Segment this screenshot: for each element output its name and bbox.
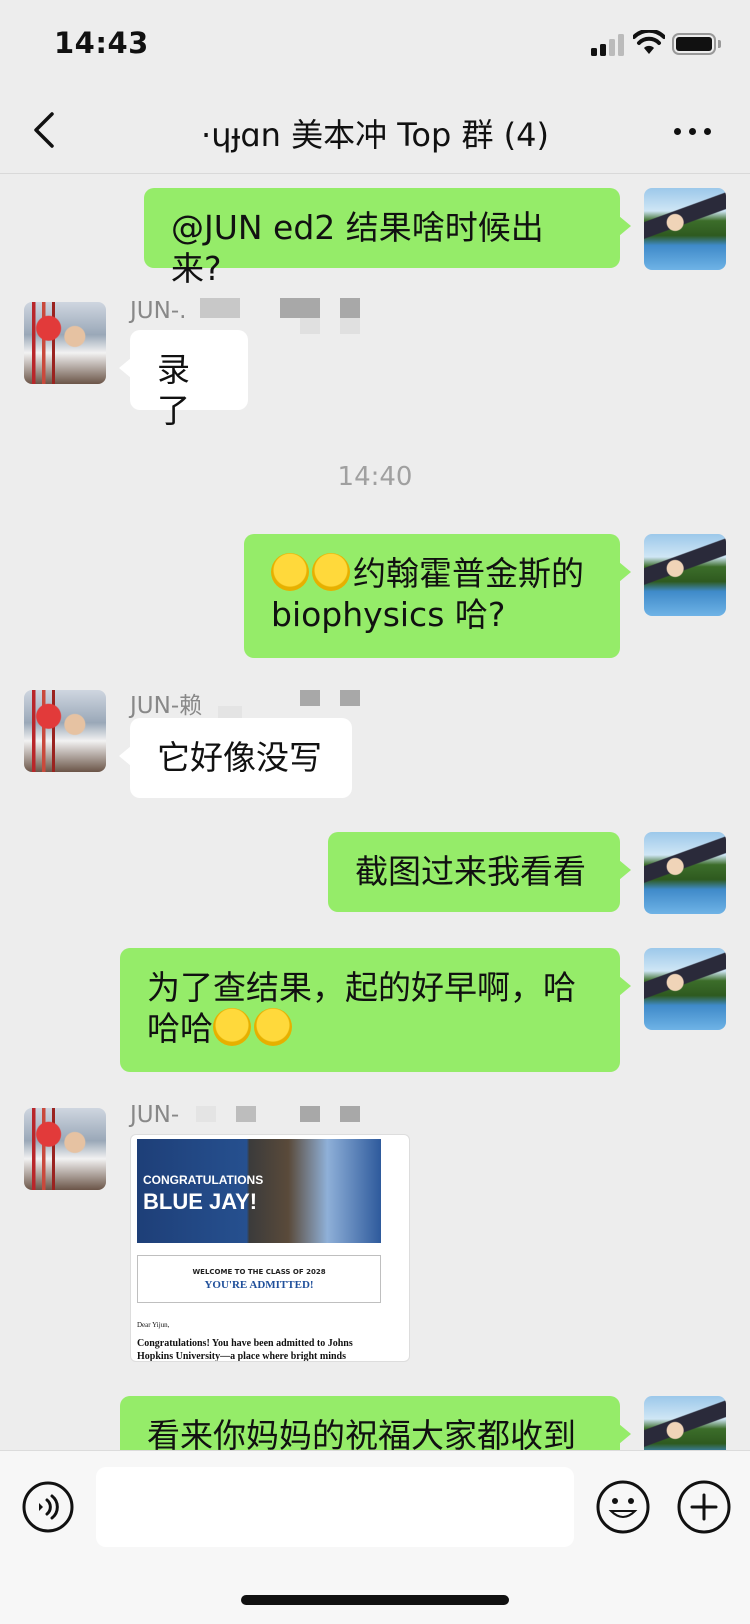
voice-input-icon[interactable] [22,1481,74,1533]
status-bar: 14:43 [0,0,750,88]
battery-icon [672,33,716,55]
hugging-face-emoji-icon [312,553,350,591]
emoji-picker-icon[interactable] [595,1479,651,1535]
message-bubble[interactable]: 它好像没写 [119,718,352,798]
message-text: 截图过来我看看 [355,852,586,891]
my-avatar[interactable] [644,948,726,1030]
my-avatar[interactable] [644,832,726,914]
input-bar [0,1450,750,1624]
status-time: 14:43 [54,26,149,60]
cellular-signal-icon [591,34,625,56]
more-options-icon[interactable] [670,116,714,146]
message-bubble[interactable]: 截图过来我看看 [328,832,631,912]
saluting-face-emoji-icon [213,1008,251,1046]
battery-cap [718,40,721,48]
timestamp: 14:40 [337,462,413,492]
banner-congrats-text: CONGRATULATIONS [143,1173,264,1187]
sender-name: JUN- [130,1102,180,1128]
message-bubble[interactable]: 约翰霍普金斯的 biophysics 哈? [244,534,631,658]
nav-bar: ·ɥɟɑn 美本冲 Top 群 (4) [0,88,750,174]
sender-name: JUN-. [130,298,187,324]
my-avatar[interactable] [644,188,726,270]
sender-name: JUN-赖 [130,693,203,719]
my-avatar[interactable] [644,534,726,616]
sender-avatar[interactable] [24,302,106,384]
message-text: 看来你妈妈的祝福大家都收到 [147,1416,576,1450]
message-text: biophysics 哈? [271,595,506,634]
message-text: 录了 [157,350,190,430]
chat-title: ·ɥɟɑn 美本冲 Top 群 (4) [201,116,549,154]
message-text: 为了查结果，起的好早啊，哈 [147,968,576,1007]
message-text: @JUN ed2 结果啥时候出来? [171,208,544,288]
letter-body: Congratulations! You have been admitted … [137,1338,353,1362]
saluting-face-emoji-icon [254,1008,292,1046]
image-message[interactable]: CONGRATULATIONS BLUE JAY! WELCOME TO THE… [130,1134,410,1362]
message-text: 约翰霍普金斯的 [353,554,584,593]
my-avatar[interactable] [644,1396,726,1450]
banner-bluejay-text: BLUE JAY! [143,1189,258,1214]
wifi-icon [633,30,665,54]
message-input[interactable] [96,1467,574,1547]
message-bubble[interactable]: @JUN ed2 结果啥时候出来? [144,188,631,288]
admitted-text: YOU'RE ADMITTED! [204,1279,314,1291]
welcome-text: WELCOME TO THE CLASS OF 2028 [192,1268,326,1276]
sender-avatar[interactable] [24,690,106,772]
more-actions-icon[interactable] [676,1479,732,1535]
admitted-box: WELCOME TO THE CLASS OF 2028 YOU'RE ADMI… [137,1255,381,1303]
letter-greeting: Dear Yijun, [137,1321,170,1329]
message-bubble[interactable]: 看来你妈妈的祝福大家都收到 [120,1396,631,1450]
message-bubble[interactable]: 录了 [119,330,248,430]
sender-avatar[interactable] [24,1108,106,1190]
message-bubble[interactable]: 为了查结果，起的好早啊，哈 哈哈 [120,948,631,1072]
name-mosaic [196,1102,360,1138]
message-text: 它好像没写 [157,738,322,777]
hugging-face-emoji-icon [271,553,309,591]
chat-messages[interactable]: @JUN ed2 结果啥时候出来? JUN-. 录了 14:40 约翰霍普金斯的… [0,174,750,1450]
message-text: 哈哈 [147,1009,213,1048]
home-indicator [241,1595,509,1605]
